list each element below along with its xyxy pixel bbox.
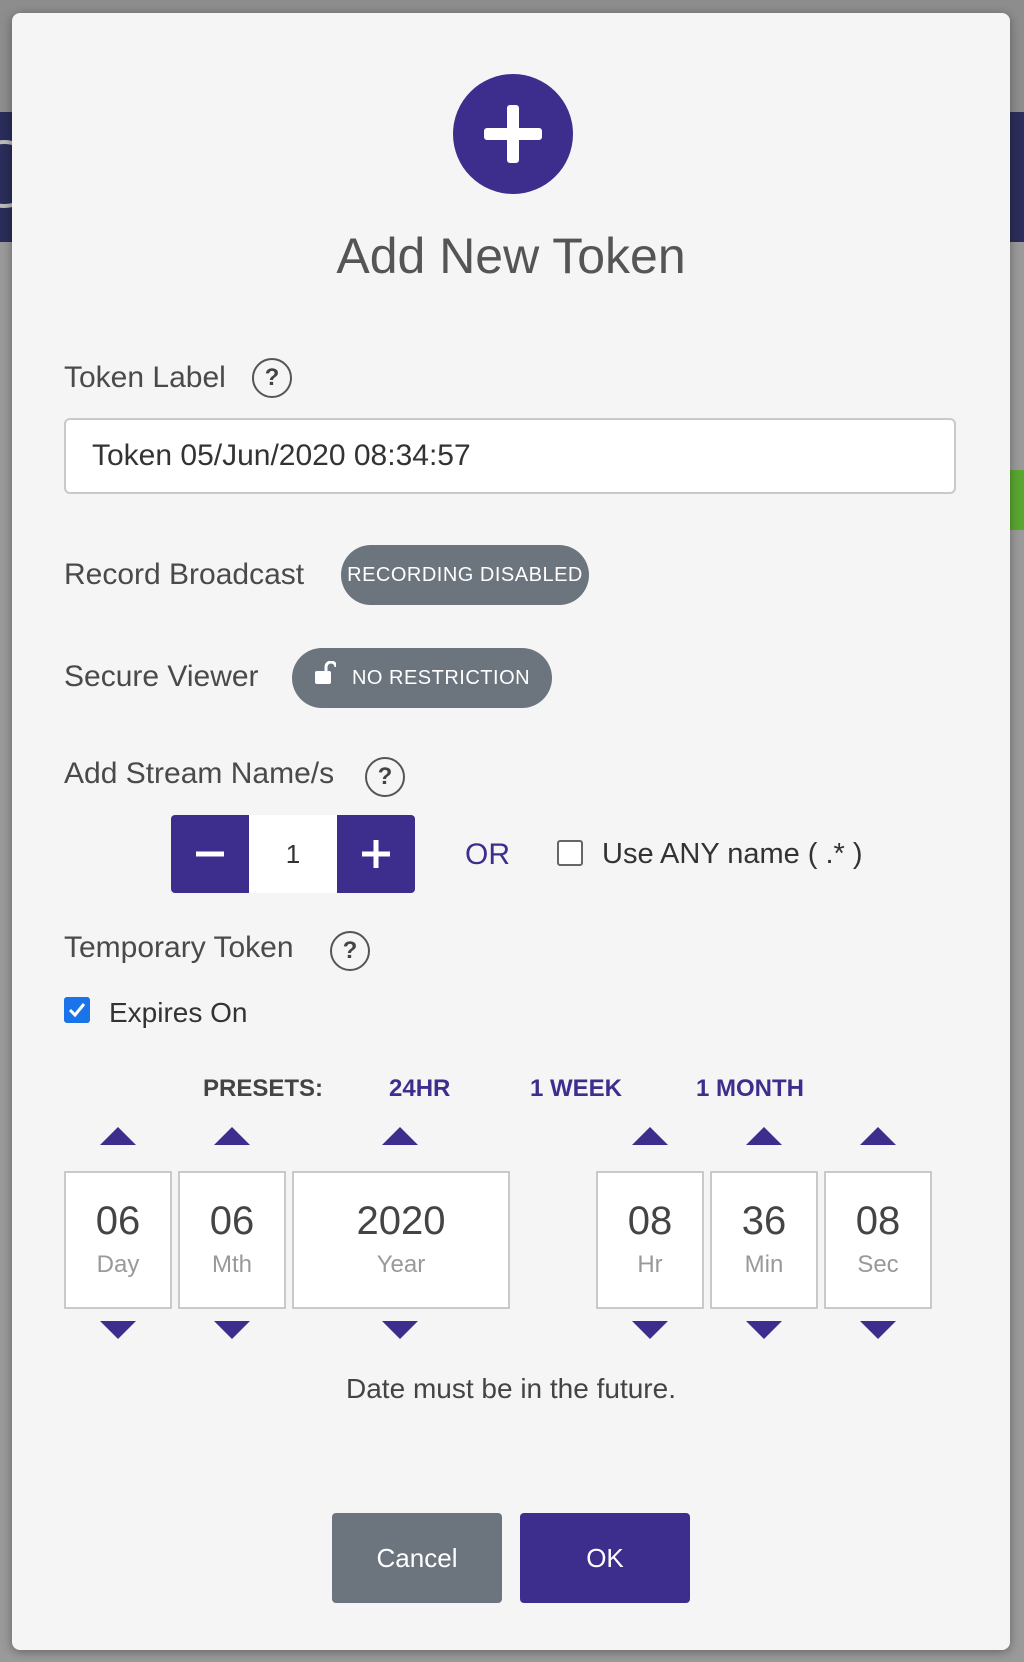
checkmark-icon <box>68 1003 86 1018</box>
minute-down-arrow-icon[interactable] <box>746 1321 782 1339</box>
second-down-arrow-icon[interactable] <box>860 1321 896 1339</box>
month-unit: Mth <box>211 1251 252 1278</box>
validation-message: Date must be in the future. <box>346 1373 676 1404</box>
secure-viewer-toggle-text: NO RESTRICTION <box>351 667 531 689</box>
unlock-icon <box>314 649 338 709</box>
temporary-token-label: Temporary Token <box>64 931 294 964</box>
secure-viewer-toggle-button[interactable]: NO RESTRICTION <box>292 648 552 708</box>
preset-1-week[interactable]: 1 WEEK <box>530 1075 622 1103</box>
minute-field[interactable]: 36 Min <box>710 1171 818 1309</box>
preset-1-month[interactable]: 1 MONTH <box>696 1075 804 1103</box>
second-unit: Sec <box>857 1251 899 1278</box>
cancel-button[interactable]: Cancel <box>332 1513 502 1603</box>
plus-icon <box>362 840 390 868</box>
hour-field[interactable]: 08 Hr <box>596 1171 704 1309</box>
or-text: OR <box>465 838 510 871</box>
year-value: 2020 <box>356 1199 446 1243</box>
recording-toggle-button[interactable]: RECORDING DISABLED <box>341 545 589 605</box>
minute-up-arrow-icon[interactable] <box>746 1127 782 1145</box>
day-value: 06 <box>95 1199 141 1243</box>
minute-unit: Min <box>744 1251 784 1278</box>
decrement-button[interactable] <box>171 815 249 893</box>
increment-button[interactable] <box>337 815 415 893</box>
any-name-checkbox[interactable] <box>557 840 583 866</box>
second-up-arrow-icon[interactable] <box>860 1127 896 1145</box>
day-field[interactable]: 06 Day <box>64 1171 172 1309</box>
second-field[interactable]: 08 Sec <box>824 1171 932 1309</box>
hour-down-arrow-icon[interactable] <box>632 1321 668 1339</box>
preset-24hr[interactable]: 24HR <box>389 1075 450 1103</box>
temporary-token-help-icon[interactable]: ? <box>330 931 370 971</box>
day-down-arrow-icon[interactable] <box>100 1321 136 1339</box>
record-broadcast-label: Record Broadcast <box>64 558 305 591</box>
token-label-heading: Token Label <box>64 361 226 394</box>
expires-on-label[interactable]: Expires On <box>109 997 248 1029</box>
month-field[interactable]: 06 Mth <box>178 1171 286 1309</box>
add-circle-icon <box>453 74 573 194</box>
day-unit: Day <box>96 1251 140 1278</box>
stream-names-help-icon[interactable]: ? <box>365 757 405 797</box>
year-unit: Year <box>376 1251 426 1278</box>
modal-title: Add New Token <box>336 228 686 284</box>
expires-on-checkbox[interactable] <box>64 997 90 1023</box>
add-token-modal: Add New Token Token Label ? Record Broad… <box>12 13 1010 1650</box>
month-up-arrow-icon[interactable] <box>214 1127 250 1145</box>
stream-count-value[interactable]: 1 <box>249 815 337 893</box>
stream-names-label: Add Stream Name/s <box>64 757 335 790</box>
hour-value: 08 <box>627 1199 673 1243</box>
secure-viewer-label: Secure Viewer <box>64 660 259 693</box>
year-field[interactable]: 2020 Year <box>292 1171 510 1309</box>
month-down-arrow-icon[interactable] <box>214 1321 250 1339</box>
minute-value: 36 <box>741 1199 787 1243</box>
recording-toggle-text: RECORDING DISABLED <box>347 564 583 586</box>
hour-unit: Hr <box>637 1251 663 1278</box>
hour-up-arrow-icon[interactable] <box>632 1127 668 1145</box>
ok-button[interactable]: OK <box>520 1513 690 1603</box>
token-label-help-icon[interactable]: ? <box>252 358 292 398</box>
any-name-label[interactable]: Use ANY name ( .* ) <box>602 838 863 871</box>
minus-icon <box>196 851 224 857</box>
presets-label: PRESETS: <box>203 1075 324 1102</box>
year-up-arrow-icon[interactable] <box>382 1127 418 1145</box>
month-value: 06 <box>209 1199 255 1243</box>
second-value: 08 <box>855 1199 901 1243</box>
year-down-arrow-icon[interactable] <box>382 1321 418 1339</box>
day-up-arrow-icon[interactable] <box>100 1127 136 1145</box>
token-label-input[interactable] <box>64 418 956 494</box>
